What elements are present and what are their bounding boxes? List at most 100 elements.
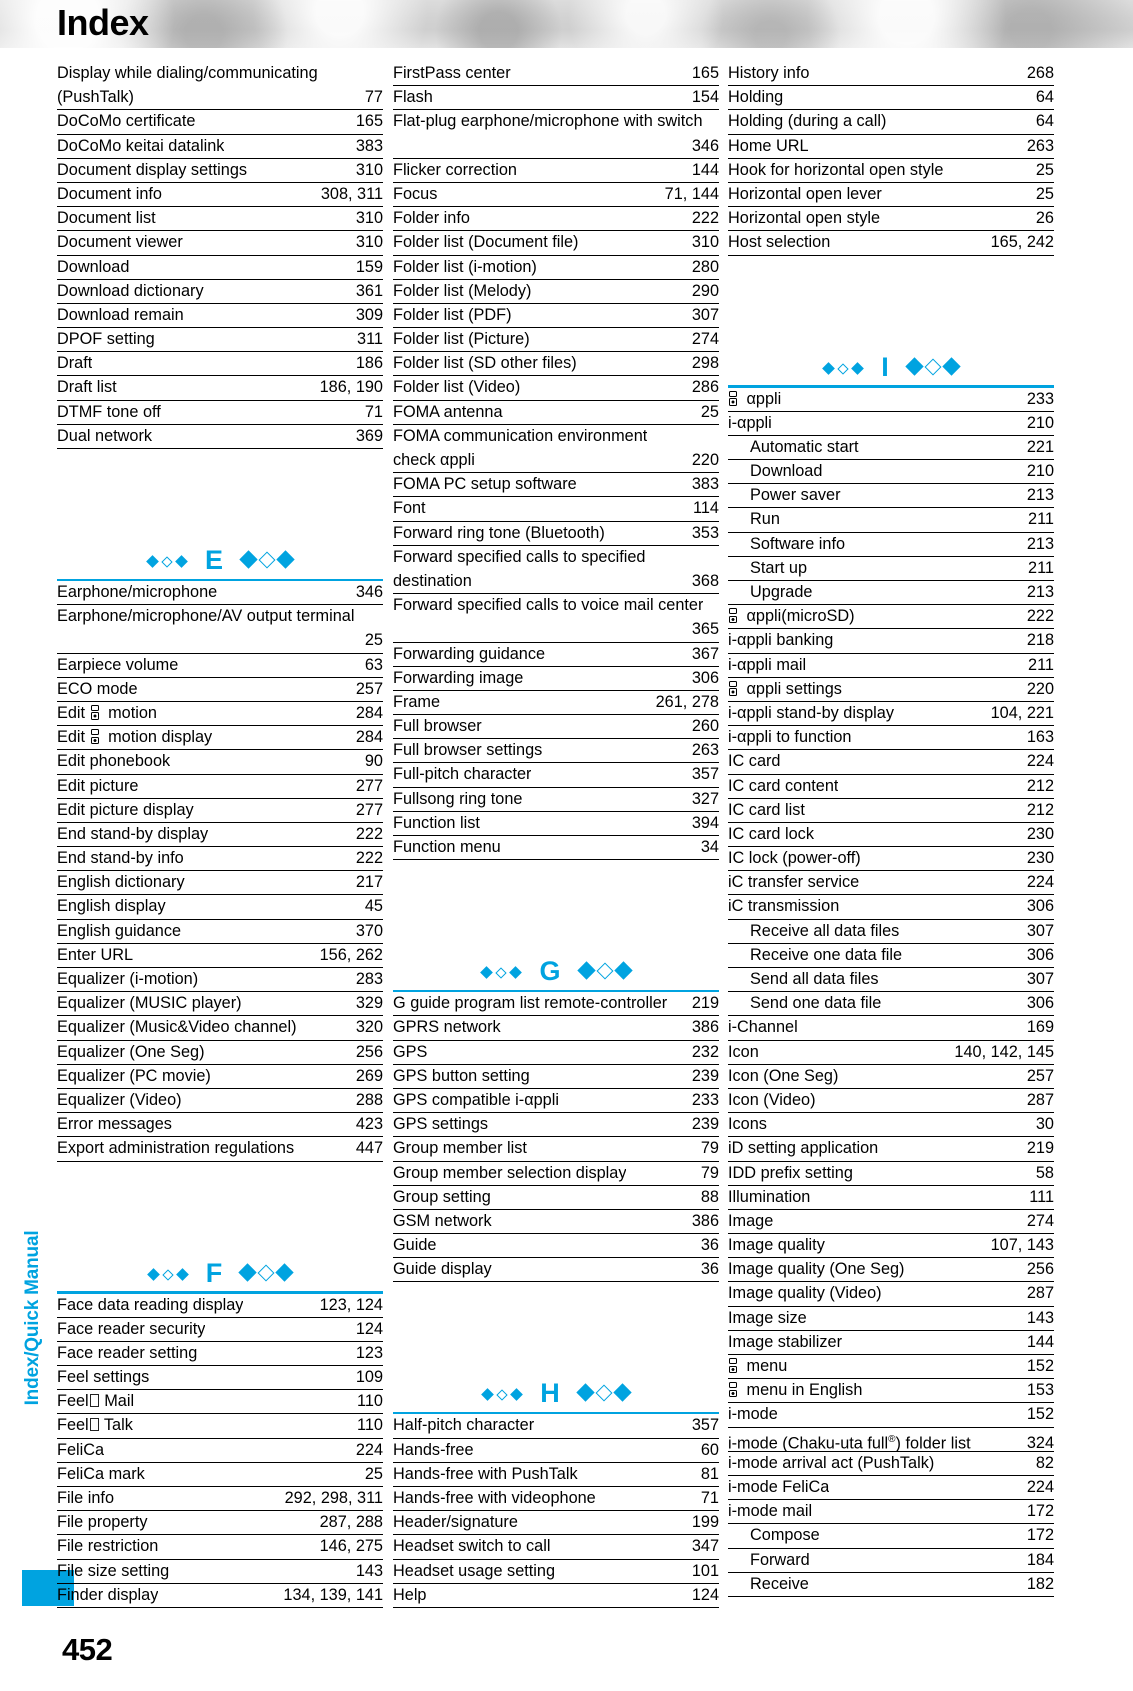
index-entry[interactable]: i-αppli mail 211 [728, 654, 1054, 678]
index-entry[interactable]: αppli settings 220 [728, 678, 1054, 702]
index-entry[interactable]: Dual network 369 [57, 425, 383, 449]
index-entry[interactable]: Draft 186 [57, 352, 383, 377]
index-entry[interactable]: Illumination 111 [728, 1186, 1054, 1210]
index-entry[interactable]: Document display settings 310 [57, 159, 383, 183]
index-entry[interactable]: Edit phonebook 90 [57, 750, 383, 775]
index-entry[interactable]: IDD prefix setting 58 [728, 1162, 1054, 1186]
index-entry[interactable]: Earphone/microphone/AV output terminal [57, 605, 383, 629]
index-entry[interactable]: IC lock (power-off) 230 [728, 847, 1054, 872]
index-entry[interactable]: IC card content 212 [728, 775, 1054, 799]
index-entry[interactable]: Icon (Video) 287 [728, 1089, 1054, 1114]
index-entry[interactable]: Equalizer (PC movie) 269 [57, 1065, 383, 1089]
index-entry[interactable]: Headset usage setting 101 [393, 1560, 719, 1584]
index-entry[interactable]: Help 124 [393, 1584, 719, 1608]
index-entry[interactable]: Equalizer (i-motion) 283 [57, 968, 383, 993]
index-entry[interactable]: Horizontal open lever 25 [728, 183, 1054, 208]
index-entry[interactable]: Folder list (Picture) 274 [393, 328, 719, 353]
index-entry[interactable]: i-mode arrival act (PushTalk) 82 [728, 1452, 1054, 1476]
index-entry[interactable]: Holding 64 [728, 86, 1054, 111]
index-entry[interactable]: menu 152 [728, 1355, 1054, 1380]
index-entry[interactable]: Image quality 107, 143 [728, 1234, 1054, 1259]
index-entry[interactable]: i-αppli banking 218 [728, 629, 1054, 654]
index-entry[interactable]: Software info 213 [728, 533, 1054, 557]
index-entry[interactable]: i-αppli 210 [728, 412, 1054, 436]
index-entry[interactable]: End stand-by display 222 [57, 823, 383, 848]
index-entry[interactable]: i-mode (Chaku-uta full®) folder list 324 [728, 1428, 1054, 1452]
index-entry[interactable]: Power saver 213 [728, 484, 1054, 509]
index-entry[interactable]: Forwarding guidance 367 [393, 643, 719, 667]
index-entry[interactable]: Document info 308, 311 [57, 183, 383, 208]
index-entry[interactable]: Document list 310 [57, 207, 383, 232]
index-entry[interactable]: Earphone/microphone 346 [57, 581, 383, 606]
index-entry[interactable]: Home URL 263 [728, 135, 1054, 159]
index-entry[interactable]: History info 268 [728, 62, 1054, 87]
index-entry[interactable]: Edit motion 284 [57, 702, 383, 727]
index-entry[interactable]: File restriction 146, 275 [57, 1535, 383, 1560]
index-entry[interactable]: Edit motion display 284 [57, 726, 383, 751]
index-entry[interactable]: check αppli 220 [393, 449, 719, 474]
index-entry[interactable]: Flicker correction 144 [393, 159, 719, 183]
index-entry[interactable]: Hands-free with videophone 71 [393, 1487, 719, 1512]
index-entry[interactable]: IC card 224 [728, 750, 1054, 775]
index-entry[interactable]: Download remain 309 [57, 304, 383, 329]
index-entry[interactable]: Half-pitch character 357 [393, 1414, 719, 1439]
index-entry[interactable]: English dictionary 217 [57, 871, 383, 896]
index-entry[interactable]: Hands-free with PushTalk 81 [393, 1463, 719, 1487]
index-entry[interactable]: Face reader setting 123 [57, 1342, 383, 1367]
index-entry[interactable]: Error messages 423 [57, 1113, 383, 1138]
index-entry[interactable]: Icon 140, 142, 145 [728, 1041, 1054, 1065]
index-entry[interactable]: Hook for horizontal open style 25 [728, 159, 1054, 183]
index-entry[interactable]: Earpiece volume 63 [57, 654, 383, 678]
index-entry[interactable]: GPS 232 [393, 1041, 719, 1065]
index-entry[interactable]: IC card lock 230 [728, 823, 1054, 848]
index-entry[interactable]: 25 [57, 629, 383, 654]
index-entry[interactable]: Equalizer (One Seg) 256 [57, 1041, 383, 1065]
index-entry[interactable]: Image size 143 [728, 1307, 1054, 1331]
index-entry[interactable]: Edit picture display 277 [57, 799, 383, 823]
index-entry[interactable]: Fullsong ring tone 327 [393, 788, 719, 812]
index-entry[interactable]: Full-pitch character 357 [393, 763, 719, 788]
index-entry[interactable]: Header/signature 199 [393, 1511, 719, 1536]
index-entry[interactable]: Equalizer (MUSIC player) 329 [57, 992, 383, 1017]
index-entry[interactable]: DoCoMo keitai datalink 383 [57, 135, 383, 159]
index-entry[interactable]: Guide 36 [393, 1234, 719, 1259]
index-entry[interactable]: Upgrade 213 [728, 581, 1054, 606]
index-entry[interactable]: G guide program list remote-controller 21… [393, 992, 719, 1017]
index-entry[interactable]: Compose 172 [728, 1524, 1054, 1549]
index-entry[interactable]: destination 368 [393, 570, 719, 595]
index-entry[interactable]: DTMF tone off 71 [57, 401, 383, 425]
index-entry[interactable]: Receive all data files 307 [728, 920, 1054, 944]
index-entry[interactable]: Font 114 [393, 497, 719, 522]
index-entry[interactable]: Forward specified calls to specified [393, 546, 719, 570]
index-entry[interactable]: Image stabilizer 144 [728, 1331, 1054, 1355]
index-entry[interactable]: End stand-by info 222 [57, 847, 383, 872]
index-entry[interactable]: Send all data files 307 [728, 968, 1054, 993]
index-entry[interactable]: Folder list (Document file) 310 [393, 231, 719, 256]
index-entry[interactable]: iD setting application 219 [728, 1137, 1054, 1162]
index-entry[interactable]: αppli(microSD) 222 [728, 605, 1054, 630]
index-entry[interactable]: Download 159 [57, 256, 383, 280]
index-entry[interactable]: i-mode mail 172 [728, 1500, 1054, 1525]
index-entry[interactable]: (PushTalk) 77 [57, 86, 383, 111]
index-entry[interactable]: Face reader security 124 [57, 1318, 383, 1342]
index-entry[interactable]: Draft list 186, 190 [57, 376, 383, 401]
index-entry[interactable]: Icon (One Seg) 257 [728, 1065, 1054, 1089]
index-entry[interactable]: 365 [393, 618, 719, 643]
index-entry[interactable]: English display 45 [57, 895, 383, 920]
index-entry[interactable]: Forward 184 [728, 1549, 1054, 1573]
index-entry[interactable]: Forward ring tone (Bluetooth) 353 [393, 522, 719, 546]
index-entry[interactable]: Folder list (Video) 286 [393, 376, 719, 401]
index-entry[interactable]: File property 287, 288 [57, 1511, 383, 1536]
index-entry[interactable]: Function list 394 [393, 812, 719, 836]
index-entry[interactable]: Feel Talk 110 [57, 1414, 383, 1439]
index-entry[interactable]: αppli 233 [728, 388, 1054, 412]
index-entry[interactable]: Frame 261, 278 [393, 691, 719, 716]
index-entry[interactable]: Image quality (Video) 287 [728, 1282, 1054, 1307]
index-entry[interactable]: Start up 211 [728, 557, 1054, 581]
index-entry[interactable]: i-mode FeliCa 224 [728, 1476, 1054, 1501]
index-entry[interactable]: Focus 71, 144 [393, 183, 719, 208]
index-entry[interactable]: Group setting 88 [393, 1186, 719, 1210]
index-entry[interactable]: 346 [393, 135, 719, 159]
index-entry[interactable]: Horizontal open style 26 [728, 207, 1054, 232]
index-entry[interactable]: Feel settings 109 [57, 1366, 383, 1391]
